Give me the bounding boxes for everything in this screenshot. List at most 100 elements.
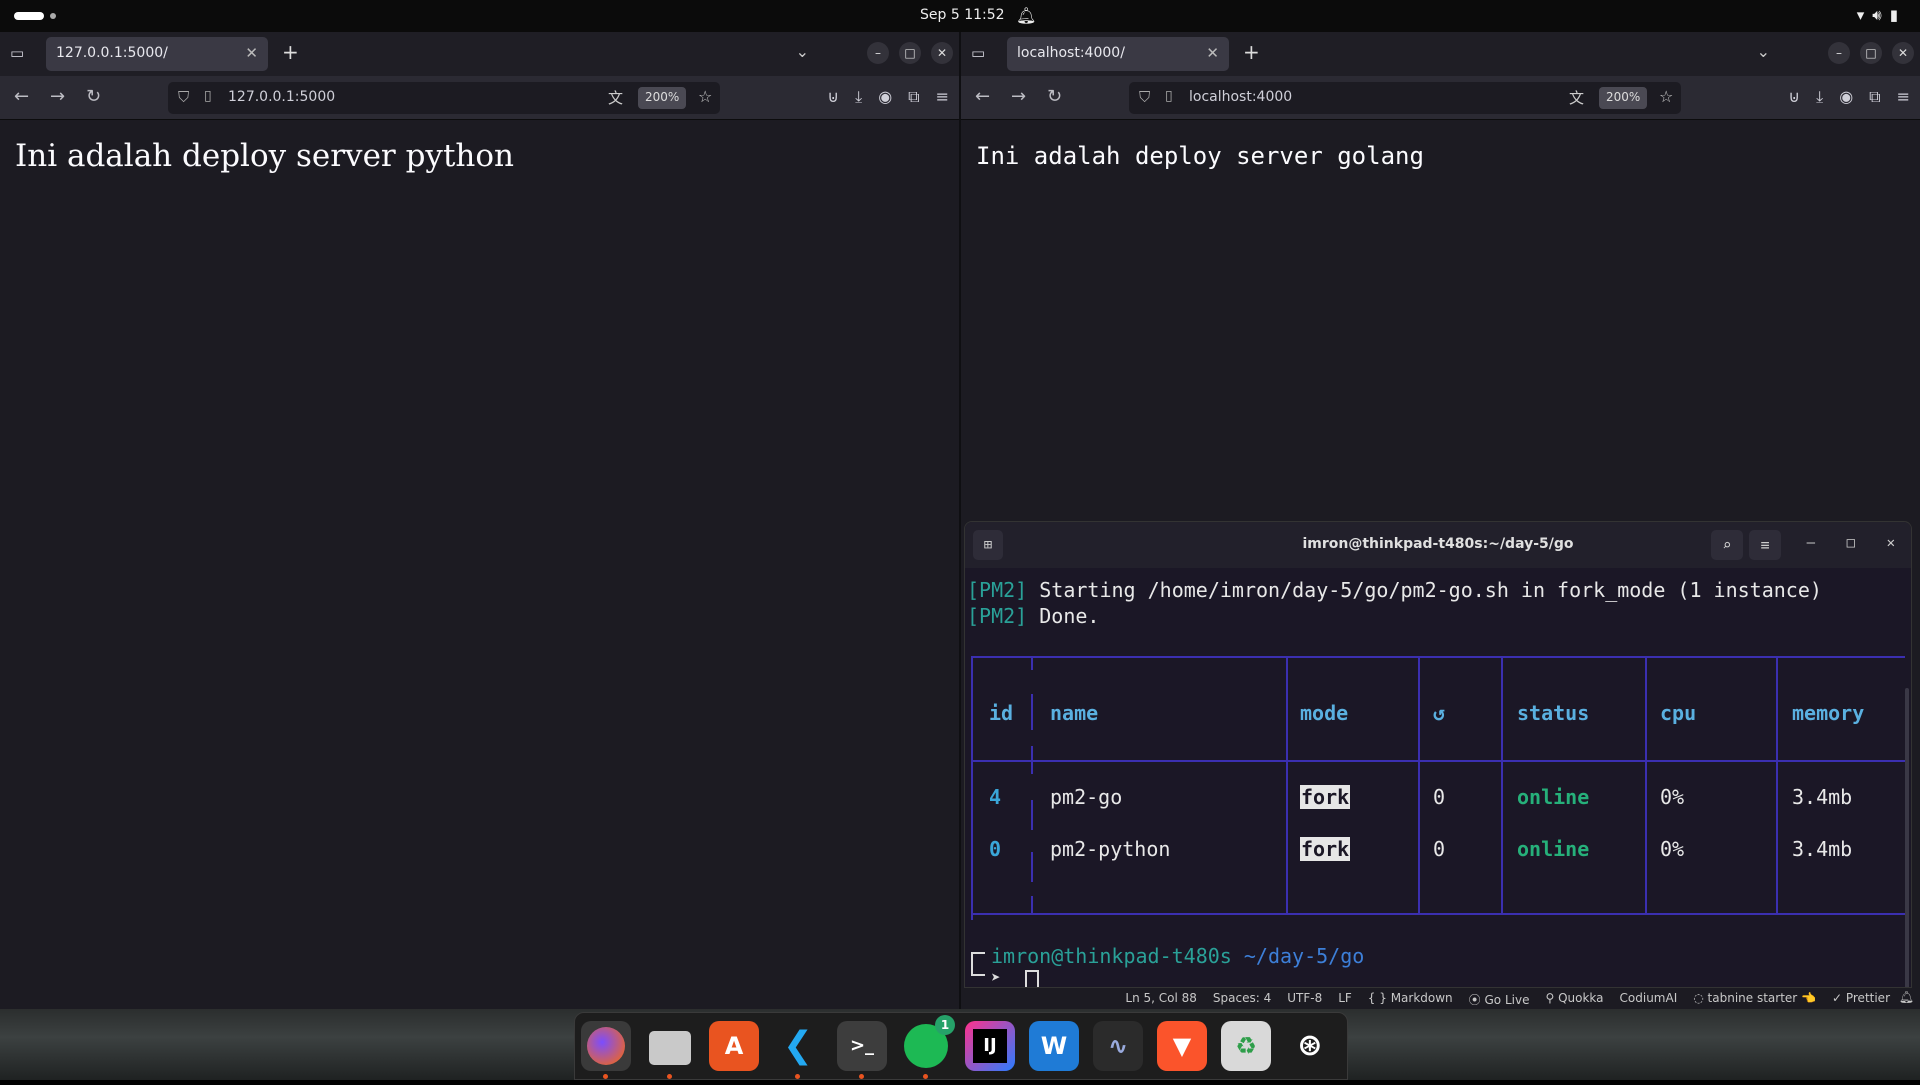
minimize-icon[interactable]: –: [1828, 42, 1850, 64]
list-all-tabs-icon[interactable]: ⌄: [796, 42, 809, 61]
reload-icon[interactable]: ↻: [86, 86, 101, 107]
search-icon[interactable]: ⌕: [1711, 530, 1743, 560]
prompt-path: ~/day-5/go: [1231, 944, 1365, 968]
account-icon[interactable]: ◉: [878, 87, 892, 107]
dock: A ❮ >_ 1 IJ W ∿ ▼ ♻ ⊛: [574, 1012, 1348, 1080]
prettier-button[interactable]: ✓ Prettier: [1832, 991, 1890, 1008]
translate-icon[interactable]: 文: [608, 87, 623, 108]
tab-bar: ▭ localhost:4000/ ✕ + ⌄ – □ ✕: [961, 32, 1920, 76]
url-text[interactable]: localhost:4000: [1189, 89, 1292, 105]
download-icon[interactable]: ⤓: [1816, 87, 1823, 107]
col-sep: [1776, 656, 1778, 914]
tabnine-button[interactable]: ◌ tabnine starter 👈: [1693, 991, 1816, 1008]
app-center-icon[interactable]: A: [709, 1021, 759, 1071]
shield-icon[interactable]: ⛉: [1139, 88, 1150, 106]
show-apps-icon[interactable]: ⊛: [1285, 1021, 1335, 1071]
back-icon[interactable]: ←: [975, 86, 990, 107]
spotify-icon[interactable]: 1: [901, 1015, 955, 1079]
maximize-icon[interactable]: □: [1860, 42, 1882, 64]
files-icon[interactable]: [645, 1021, 695, 1079]
brave-icon[interactable]: ▼: [1157, 1021, 1207, 1071]
wifi-icon: ▾: [1856, 6, 1873, 24]
hamburger-menu-icon[interactable]: ≡: [1749, 530, 1781, 560]
forward-icon[interactable]: →: [1011, 86, 1026, 107]
close-window-icon[interactable]: ✕: [1892, 42, 1914, 64]
trash-icon[interactable]: ♻: [1221, 1021, 1271, 1071]
zoom-level[interactable]: 200%: [638, 87, 687, 109]
new-tab-icon[interactable]: +: [1243, 40, 1260, 64]
terminal-window[interactable]: ⊞ imron@thinkpad-t480s:~/day-5/go ⌕ ≡ – …: [964, 521, 1912, 988]
new-tab-icon[interactable]: +: [282, 40, 299, 64]
shield-icon[interactable]: ⛉: [178, 88, 189, 106]
notifications-icon[interactable]: 🔔︎: [1899, 990, 1914, 1004]
url-text[interactable]: 127.0.0.1:5000: [228, 89, 335, 105]
url-bar[interactable]: ⛉ ▯ localhost:4000 文 200% ☆: [1129, 82, 1681, 114]
cell-id: 4: [989, 785, 1002, 809]
cell-name: pm2-python: [1050, 837, 1171, 861]
codium-button[interactable]: CodiumAI: [1620, 991, 1678, 1008]
tab-list-icon[interactable]: ▭: [971, 44, 985, 62]
maximize-icon[interactable]: □: [1847, 535, 1855, 551]
firefox-icon[interactable]: [581, 1021, 631, 1079]
col-sep: [1031, 656, 1033, 670]
end-of-line[interactable]: LF: [1338, 991, 1352, 1008]
close-icon[interactable]: ✕: [1887, 535, 1895, 551]
extensions-icon[interactable]: ⧉: [1869, 87, 1880, 107]
close-tab-icon[interactable]: ✕: [245, 44, 258, 62]
battery-icon: ▮: [1889, 6, 1906, 24]
pocket-icon[interactable]: ⊍: [1788, 87, 1800, 107]
minimize-icon[interactable]: –: [867, 42, 889, 64]
text-cursor[interactable]: [1025, 970, 1039, 987]
table-tail: [971, 908, 973, 920]
quokka-button[interactable]: ⚲ Quokka: [1545, 991, 1603, 1008]
menu-icon[interactable]: ≡: [1897, 87, 1910, 107]
terminal-icon[interactable]: >_: [837, 1021, 887, 1079]
top-bar: Sep 5 11:52 🔔︎ ▾🔊︎▮: [0, 0, 1920, 32]
terminal-output[interactable]: [PM2] Starting /home/imron/day-5/go/pm2-…: [965, 568, 1911, 987]
tab-list-icon[interactable]: ▭: [10, 44, 24, 62]
intellij-icon[interactable]: IJ: [965, 1021, 1015, 1071]
vscode-icon[interactable]: ❮: [773, 1021, 823, 1079]
tab-active[interactable]: 127.0.0.1:5000/ ✕: [46, 37, 268, 71]
col-sep: [1031, 746, 1033, 774]
zoom-level[interactable]: 200%: [1599, 87, 1648, 109]
col-header-name: name: [1050, 701, 1099, 725]
close-tab-icon[interactable]: ✕: [1206, 44, 1219, 62]
list-all-tabs-icon[interactable]: ⌄: [1757, 42, 1770, 61]
tab-active[interactable]: localhost:4000/ ✕: [1007, 37, 1229, 71]
intellij-label: IJ: [973, 1029, 1007, 1063]
account-icon[interactable]: ◉: [1839, 87, 1853, 107]
close-window-icon[interactable]: ✕: [931, 42, 953, 64]
go-live-button[interactable]: ⦿ Go Live: [1469, 991, 1530, 1008]
language-mode[interactable]: { } Markdown: [1368, 991, 1453, 1008]
wps-icon[interactable]: W: [1029, 1021, 1079, 1071]
col-sep: [1031, 694, 1033, 730]
minimize-icon[interactable]: –: [1807, 535, 1815, 551]
translate-icon[interactable]: 文: [1569, 87, 1584, 108]
system-tray[interactable]: ▾🔊︎▮: [1857, 6, 1906, 24]
clock[interactable]: Sep 5 11:52: [920, 7, 1005, 23]
forward-icon[interactable]: →: [50, 86, 65, 107]
notification-bell-icon[interactable]: 🔔︎: [1016, 6, 1036, 25]
scrollbar[interactable]: [1905, 688, 1909, 987]
extensions-icon[interactable]: ⧉: [908, 87, 919, 107]
table-border: [973, 760, 1905, 762]
nav-bar: ← → ↻ ⛉ ▯ 127.0.0.1:5000 文 200% ☆ ⊍ ⤓ ◉ …: [0, 76, 959, 120]
download-icon[interactable]: ⤓: [855, 87, 862, 107]
menu-icon[interactable]: ≡: [936, 87, 949, 107]
workspace-dot[interactable]: [50, 13, 56, 19]
url-bar[interactable]: ⛉ ▯ 127.0.0.1:5000 文 200% ☆: [168, 82, 720, 114]
back-icon[interactable]: ←: [14, 86, 29, 107]
cursor-position[interactable]: Ln 5, Col 88: [1125, 991, 1197, 1008]
reload-icon[interactable]: ↻: [1047, 86, 1062, 107]
bookmark-star-icon[interactable]: ☆: [698, 87, 712, 106]
system-monitor-icon[interactable]: ∿: [1093, 1021, 1143, 1071]
prompt-user: imron@thinkpad-t480s: [991, 944, 1232, 968]
pocket-icon[interactable]: ⊍: [827, 87, 839, 107]
workspace-indicator[interactable]: [14, 12, 44, 20]
indentation[interactable]: Spaces: 4: [1213, 991, 1271, 1008]
col-sep: [1031, 852, 1033, 882]
maximize-icon[interactable]: □: [899, 42, 921, 64]
encoding[interactable]: UTF-8: [1287, 991, 1322, 1008]
bookmark-star-icon[interactable]: ☆: [1659, 87, 1673, 106]
